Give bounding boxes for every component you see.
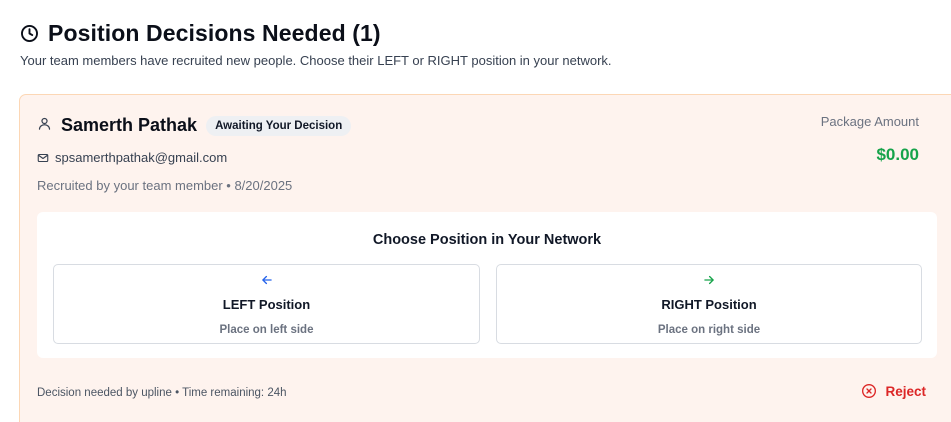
right-position-label: RIGHT Position	[661, 297, 757, 312]
recruit-email: spsamerthpathak@gmail.com	[55, 150, 228, 165]
page-title: Position Decisions Needed (1)	[48, 20, 381, 46]
position-decisions-page: Position Decisions Needed (1) Your team …	[0, 0, 951, 422]
left-position-button[interactable]: LEFT Position Place on left side	[53, 264, 480, 344]
left-position-description: Place on left side	[219, 324, 314, 336]
decision-card: Samerth Pathak Awaiting Your Decision sp…	[19, 94, 951, 422]
left-position-label: LEFT Position	[222, 297, 311, 312]
recruit-name: Samerth Pathak	[61, 115, 198, 135]
package-amount-value: $0.00	[876, 145, 919, 164]
page-subtitle: Your team members have recruited new peo…	[20, 53, 612, 68]
package-amount-label: Package Amount	[820, 114, 919, 129]
reject-button[interactable]: Reject	[861, 383, 926, 399]
reject-label: Reject	[885, 383, 926, 399]
mail-icon	[37, 152, 49, 164]
arrow-right-icon	[702, 273, 716, 292]
page-header: Position Decisions Needed (1)	[20, 20, 381, 47]
email-row: spsamerthpathak@gmail.com	[37, 150, 227, 165]
position-chooser: Choose Position in Your Network LEFT Pos…	[37, 212, 937, 358]
decision-deadline-note: Decision needed by upline • Time remaini…	[37, 387, 287, 399]
person-row: Samerth Pathak Awaiting Your Decision	[37, 115, 352, 136]
clock-icon	[20, 24, 39, 43]
x-circle-icon	[861, 383, 877, 399]
arrow-left-icon	[260, 273, 274, 292]
position-chooser-title: Choose Position in Your Network	[372, 232, 602, 248]
status-badge: Awaiting Your Decision	[206, 115, 352, 136]
right-position-button[interactable]: RIGHT Position Place on right side	[496, 264, 922, 344]
recruited-by-text: Recruited by your team member • 8/20/202…	[37, 178, 293, 193]
user-icon	[37, 116, 52, 136]
right-position-description: Place on right side	[657, 324, 761, 336]
